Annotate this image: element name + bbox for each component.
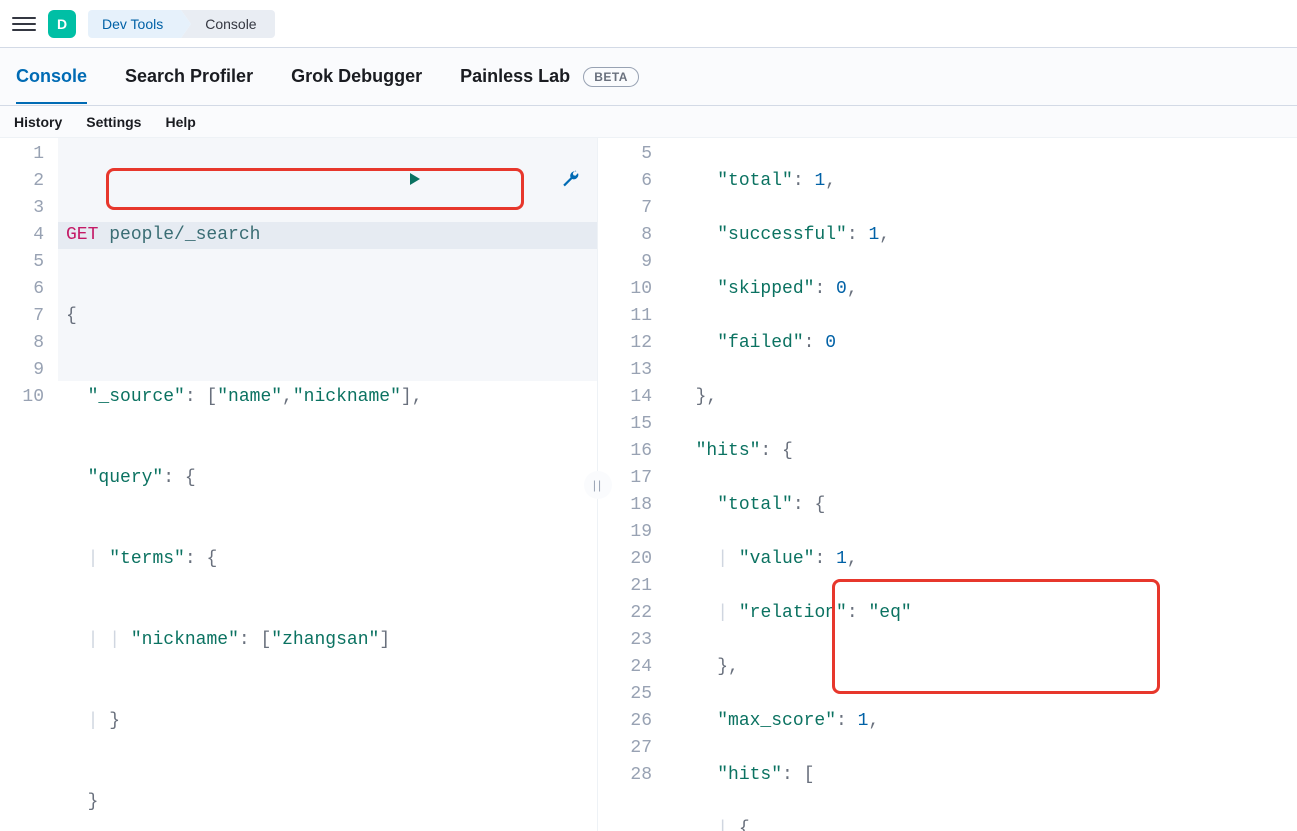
breadcrumb-console[interactable]: Console [181, 10, 274, 38]
tab-painless-lab[interactable]: Painless Lab BETA [460, 50, 639, 103]
request-code[interactable]: GET people/_search { "_source": ["name",… [58, 138, 597, 831]
request-pane: 1 2 3 4 5 6 7 8 9 10 [0, 138, 598, 831]
wrench-icon[interactable] [431, 142, 579, 224]
subtabs: Console Search Profiler Grok Debugger Pa… [0, 48, 1297, 106]
console-toolbar: History Settings Help [0, 106, 1297, 138]
tab-search-profiler[interactable]: Search Profiler [125, 50, 253, 103]
app-logo[interactable]: D [48, 10, 76, 38]
response-code: "total": 1, "successful": 1, "skipped": … [666, 138, 1297, 831]
response-viewer[interactable]: 5 6 7 8 9 10 11 12 13 14 15 16 17 18 19 … [598, 138, 1297, 831]
request-gutter: 1 2 3 4 5 6 7 8 9 10 [0, 138, 58, 831]
tab-grok-debugger[interactable]: Grok Debugger [291, 50, 422, 103]
menu-icon[interactable] [12, 12, 36, 36]
history-button[interactable]: History [14, 114, 62, 130]
pane-divider[interactable]: || [584, 471, 612, 499]
request-editor[interactable]: 1 2 3 4 5 6 7 8 9 10 [0, 138, 597, 831]
response-pane: 5 6 7 8 9 10 11 12 13 14 15 16 17 18 19 … [598, 138, 1297, 831]
breadcrumb: Dev Tools Console [88, 10, 275, 38]
run-controls [278, 142, 579, 224]
breadcrumb-devtools[interactable]: Dev Tools [88, 10, 181, 38]
settings-button[interactable]: Settings [86, 114, 141, 130]
tab-console[interactable]: Console [16, 50, 87, 103]
topbar: D Dev Tools Console [0, 0, 1297, 48]
beta-badge: BETA [583, 67, 639, 87]
tab-painless-lab-label: Painless Lab [460, 66, 570, 86]
play-icon[interactable] [278, 143, 424, 224]
panes: 1 2 3 4 5 6 7 8 9 10 [0, 138, 1297, 831]
help-button[interactable]: Help [165, 114, 195, 130]
